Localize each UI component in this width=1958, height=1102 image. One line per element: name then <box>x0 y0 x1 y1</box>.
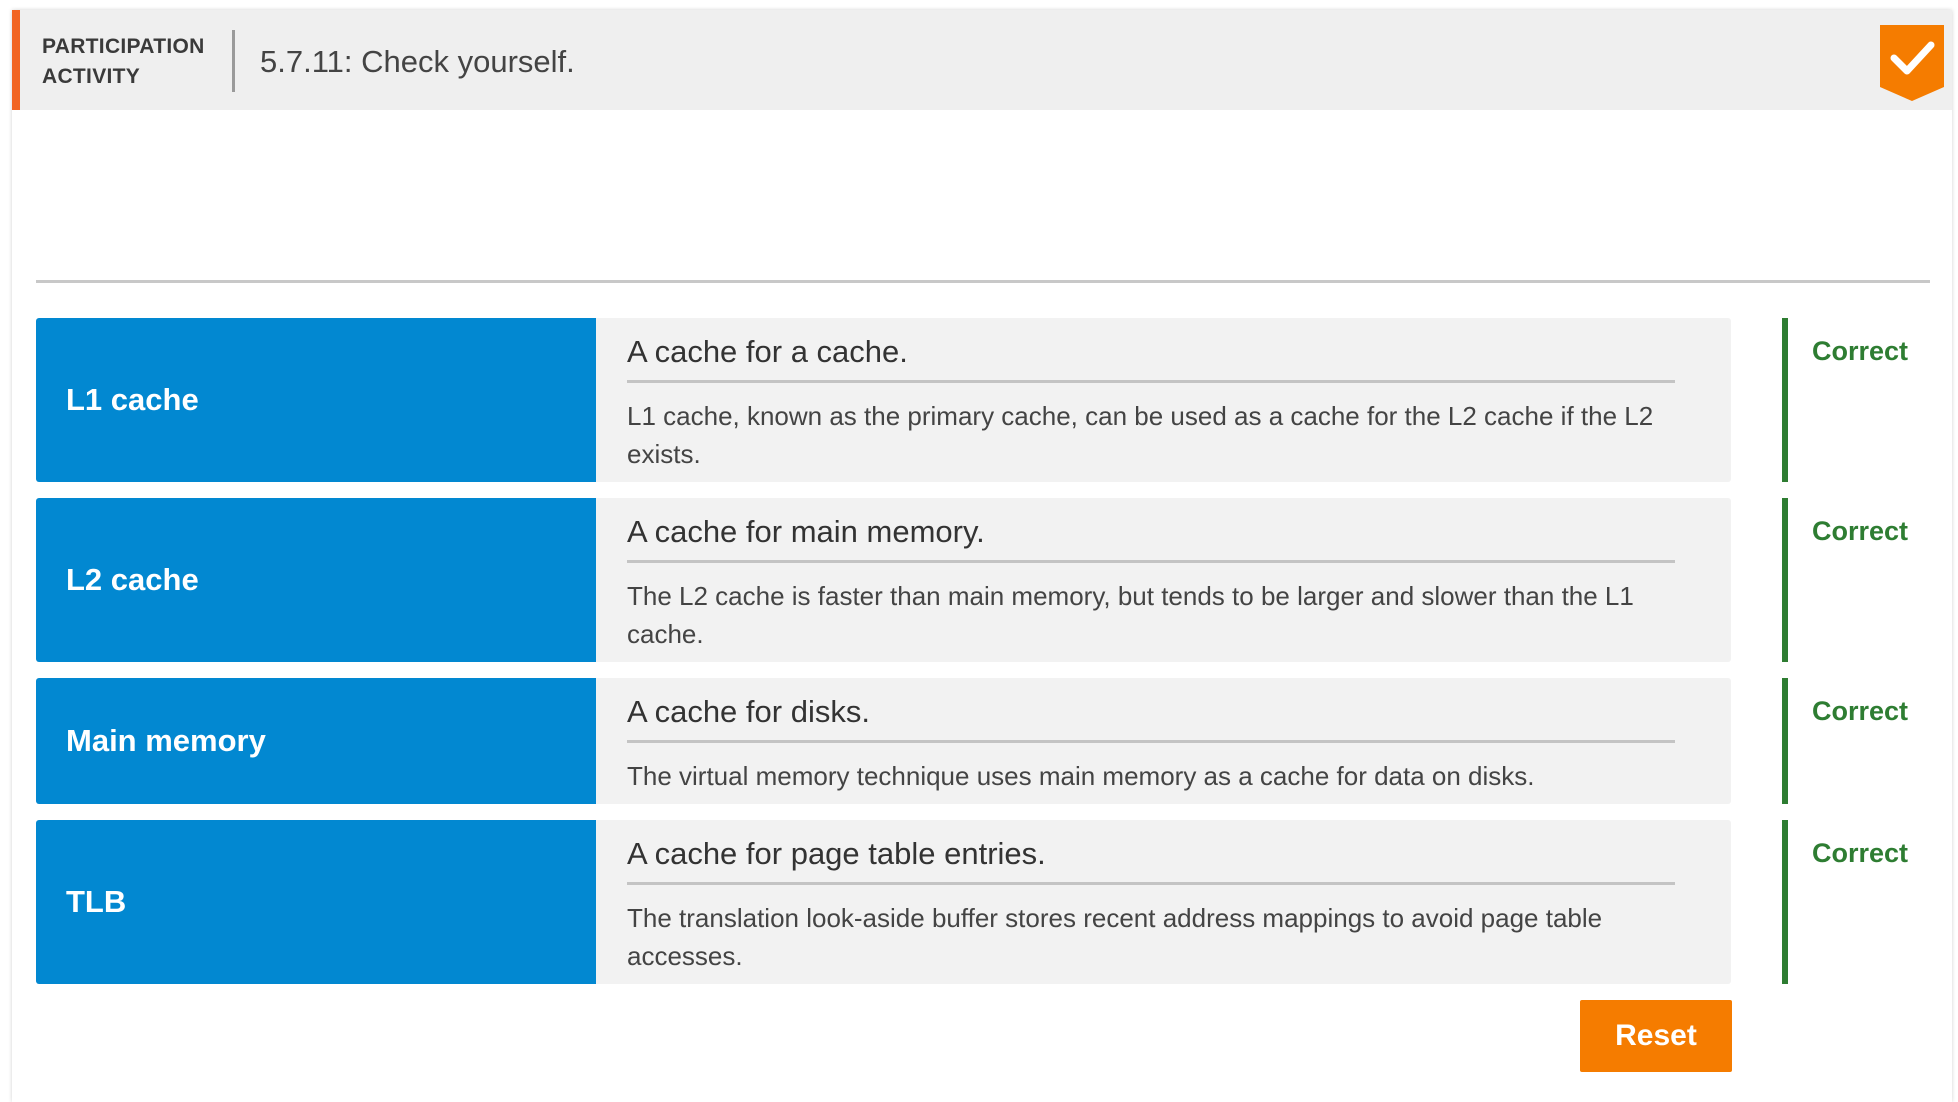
match-row-l1-cache: L1 cache A cache for a cache. L1 cache, … <box>36 318 1946 482</box>
term-label: L1 cache <box>66 382 199 417</box>
status-text: Correct <box>1812 516 1909 546</box>
term-label: Main memory <box>66 723 266 758</box>
definition-explanation: The translation look-aside buffer stores… <box>627 903 1603 971</box>
status-text: Correct <box>1812 838 1909 868</box>
match-row-tlb: TLB A cache for page table entries. The … <box>36 820 1946 984</box>
term-tile[interactable]: TLB <box>36 820 596 984</box>
status-text: Correct <box>1812 696 1909 726</box>
definition-title: A cache for main memory. <box>627 512 1675 563</box>
status-indicator: Correct <box>1782 498 1908 662</box>
term-tile[interactable]: L2 cache <box>36 498 596 662</box>
status-indicator: Correct <box>1782 820 1908 984</box>
match-row-main-memory: Main memory A cache for disks. The virtu… <box>36 678 1946 804</box>
definition-explanation: The virtual memory technique uses main m… <box>627 761 1535 791</box>
activity-header: PARTICIPATION ACTIVITY 5.7.11: Check you… <box>12 10 1952 110</box>
term-tile[interactable]: Main memory <box>36 678 596 804</box>
status-indicator: Correct <box>1782 678 1908 804</box>
header-divider <box>232 30 235 92</box>
definition-box: A cache for a cache. L1 cache, known as … <box>596 318 1731 482</box>
reset-button[interactable]: Reset <box>1580 1000 1732 1072</box>
definition-box: A cache for main memory. The L2 cache is… <box>596 498 1731 662</box>
term-label: TLB <box>66 884 127 919</box>
definition-explanation: L1 cache, known as the primary cache, ca… <box>627 401 1654 469</box>
term-label: L2 cache <box>66 562 199 597</box>
completion-badge <box>1880 25 1944 101</box>
definition-box: A cache for disks. The virtual memory te… <box>596 678 1731 804</box>
match-row-l2-cache: L2 cache A cache for main memory. The L2… <box>36 498 1946 662</box>
activity-title: 5.7.11: Check yourself. <box>260 44 575 79</box>
definition-box: A cache for page table entries. The tran… <box>596 820 1731 984</box>
content-divider <box>36 280 1930 283</box>
term-tile[interactable]: L1 cache <box>36 318 596 482</box>
activity-type-label: PARTICIPATION ACTIVITY <box>42 35 205 88</box>
status-text: Correct <box>1812 336 1909 366</box>
participation-activity: PARTICIPATION ACTIVITY 5.7.11: Check you… <box>12 10 1952 1102</box>
status-indicator: Correct <box>1782 318 1908 482</box>
definition-title: A cache for a cache. <box>627 332 1675 383</box>
definition-title: A cache for page table entries. <box>627 834 1675 885</box>
check-icon <box>1880 25 1944 101</box>
definition-title: A cache for disks. <box>627 692 1675 743</box>
definition-explanation: The L2 cache is faster than main memory,… <box>627 581 1634 649</box>
